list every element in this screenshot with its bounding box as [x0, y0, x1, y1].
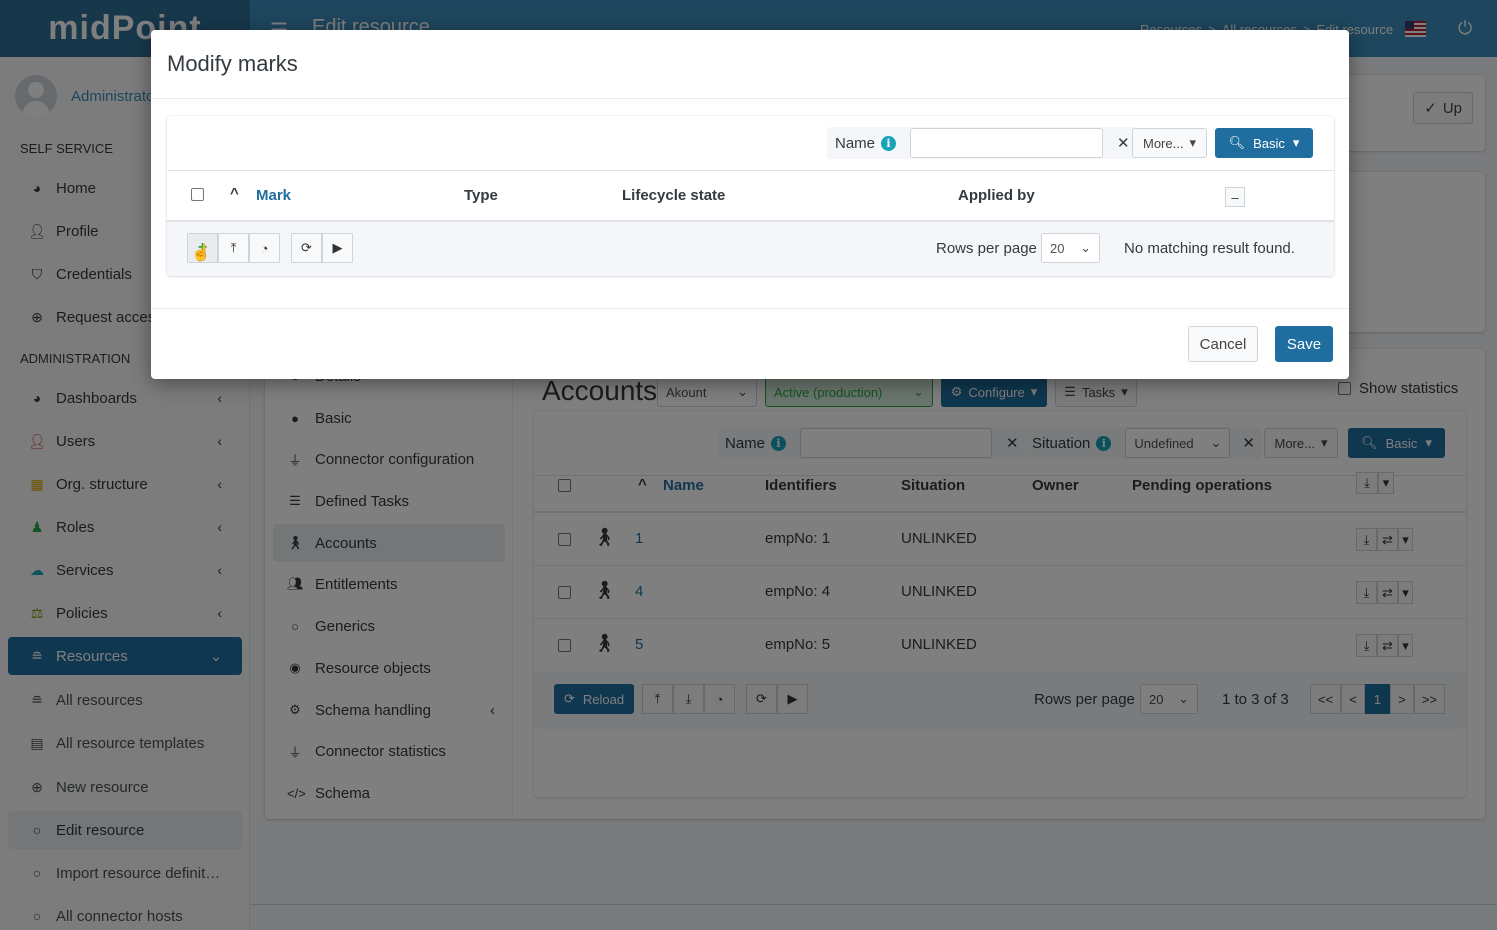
marks-table-box: Name i ✕ More... ▾ 🔍︎ Basic ▾ ^ Mark Type L…: [167, 116, 1334, 276]
divider: [151, 308, 1349, 309]
mouse-cursor-hand-icon: ☝: [191, 245, 211, 262]
rows-per-page-label: Rows per page: [936, 240, 1037, 257]
cancel-button[interactable]: Cancel: [1188, 326, 1258, 362]
marks-table-footer: + ⤒ ◔ ⟳ ▶ Rows per page 20 ⌄ No matching res…: [167, 220, 1334, 276]
name-search-field: Name i ✕: [827, 127, 1138, 159]
chevron-down-icon: ⌄: [1080, 240, 1091, 255]
search-icon: 🔍︎: [1228, 135, 1246, 150]
footer-actions-2: ⟳▶: [291, 233, 353, 263]
caret-down-icon: ▾: [1189, 135, 1196, 150]
column-header-applied-by: Applied by: [958, 187, 1035, 204]
basic-label: Basic: [1253, 135, 1285, 151]
column-header-type: Type: [464, 187, 498, 204]
divider: [151, 98, 1349, 99]
divider: [167, 170, 1334, 171]
play-icon[interactable]: ▶: [322, 233, 353, 263]
name-search-input[interactable]: [910, 128, 1104, 158]
column-header-lifecycle-state: Lifecycle state: [622, 187, 726, 204]
caret-down-icon[interactable]: ▾: [1293, 135, 1300, 151]
name-search-label: Name: [835, 134, 876, 152]
select-all-checkbox[interactable]: [191, 188, 204, 201]
empty-result-text: No matching result found.: [1124, 240, 1295, 257]
modal-title: Modify marks: [167, 51, 298, 76]
more-button[interactable]: More... ▾: [1132, 128, 1207, 158]
add-report-icon[interactable]: ◔: [249, 233, 280, 263]
save-button[interactable]: Save: [1275, 326, 1333, 362]
rows-per-page-value: 20: [1050, 240, 1065, 256]
column-header-mark[interactable]: Mark: [256, 187, 291, 204]
info-icon[interactable]: i: [881, 135, 897, 151]
refresh-icon[interactable]: ⟳: [291, 233, 322, 263]
clear-icon[interactable]: ✕: [1117, 134, 1130, 152]
export-upload-icon[interactable]: ⤒: [218, 233, 249, 263]
more-label: More...: [1143, 135, 1184, 151]
rows-per-page-select[interactable]: 20 ⌄: [1041, 233, 1100, 263]
basic-search-button[interactable]: 🔍︎ Basic ▾: [1215, 128, 1313, 158]
sort-asc-icon[interactable]: ^: [230, 185, 239, 202]
collapse-minus-icon[interactable]: –: [1225, 187, 1245, 207]
modify-marks-dialog: Modify marks Name i ✕ More... ▾ 🔍︎ Basic ▾ …: [151, 30, 1349, 379]
